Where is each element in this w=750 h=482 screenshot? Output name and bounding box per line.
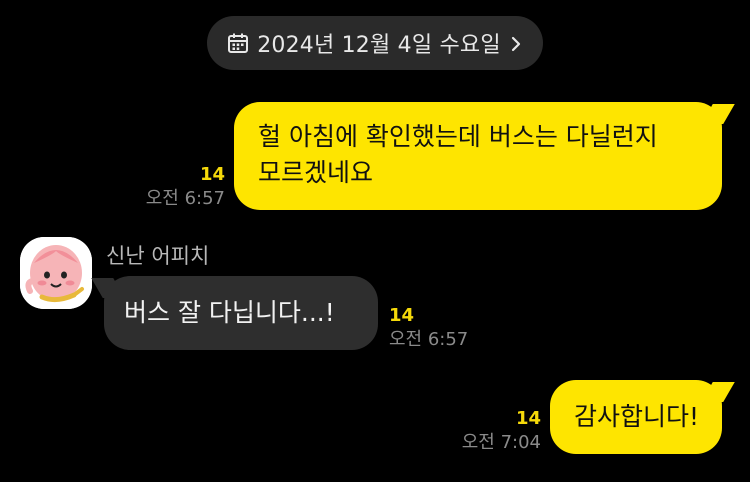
message-time: 오전 7:04 — [461, 432, 541, 453]
outgoing-message-bubble[interactable]: 헐 아침에 확인했는데 버스는 다닐런지 모르겠네요 — [234, 102, 722, 210]
message-text-line: 모르겠네요 — [258, 158, 374, 187]
incoming-message-bubble[interactable]: 버스 잘 다닙니다...! — [104, 276, 378, 350]
message-text: 버스 잘 다닙니다...! — [124, 298, 335, 327]
message-time: 오전 6:57 — [145, 188, 225, 209]
message-time: 오전 6:57 — [389, 329, 469, 350]
outgoing-message-bubble[interactable]: 감사합니다! — [550, 380, 722, 454]
message-meta: 14 오전 6:57 — [389, 304, 499, 352]
apeach-avatar-image — [20, 237, 92, 309]
date-label: 2024년 12월 4일 수요일 — [257, 33, 501, 58]
unread-count: 14 — [199, 164, 225, 185]
message-text-line: 헐 아침에 확인했는데 버스는 다닐런지 — [258, 122, 658, 151]
date-separator-button[interactable]: 2024년 12월 4일 수요일 — [207, 16, 543, 70]
message-meta: 14 오전 7:04 — [431, 407, 541, 455]
message-text: 감사합니다! — [574, 402, 700, 431]
unread-count: 14 — [515, 408, 541, 429]
unread-count: 14 — [389, 305, 415, 326]
chat-room: 2024년 12월 4일 수요일 헐 아침에 확인했는데 버스는 다닐런지 모르… — [0, 0, 750, 482]
calendar-icon — [227, 32, 249, 54]
sender-name[interactable]: 신난 어피치 — [106, 240, 209, 270]
sender-avatar[interactable] — [20, 237, 92, 309]
chevron-right-icon — [509, 34, 523, 52]
message-meta: 14 오전 6:57 — [115, 163, 225, 211]
